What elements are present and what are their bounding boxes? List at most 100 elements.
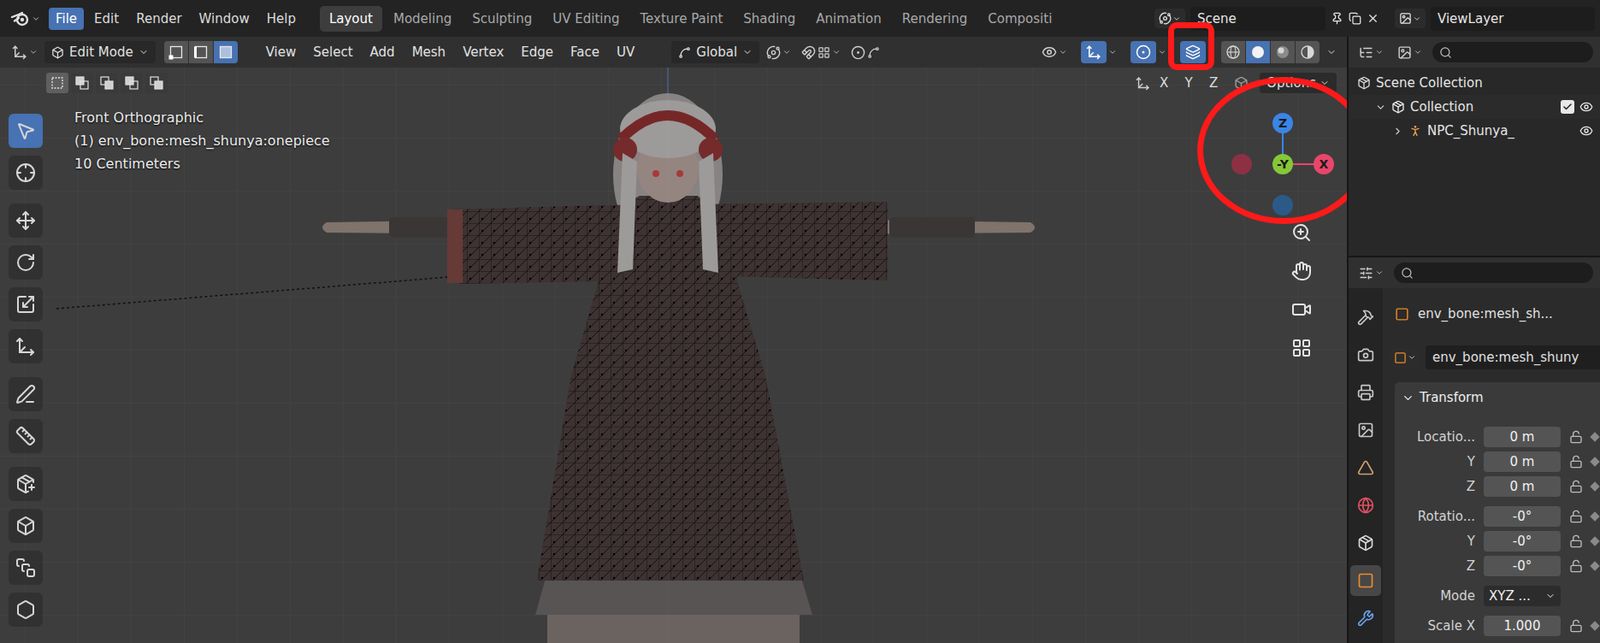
select-tool[interactable] (8, 113, 43, 148)
pan-button[interactable] (1286, 255, 1317, 287)
header-menu[interactable]: View (258, 41, 305, 64)
header-menu[interactable]: UV (608, 41, 643, 64)
modifiers-tab[interactable] (1350, 602, 1382, 634)
workspace-tab[interactable]: Modeling (383, 5, 461, 32)
display-mode[interactable] (1393, 42, 1426, 63)
workspace-tab[interactable]: Sculpting (462, 5, 542, 32)
workspace-tab[interactable]: Shading (733, 5, 805, 32)
workspace-tab[interactable]: Rendering (892, 5, 978, 32)
render-tab[interactable] (1350, 339, 1382, 371)
workspace-tab[interactable]: Compositi (978, 5, 1062, 32)
expand-toggle[interactable] (1374, 101, 1387, 113)
keyframe-dot[interactable] (1589, 536, 1600, 546)
scale-tool[interactable] (8, 287, 43, 322)
object-tab[interactable] (1350, 565, 1382, 597)
number-field[interactable]: 1.000 (1483, 615, 1561, 637)
keyframe-dot[interactable] (1589, 511, 1600, 521)
workspace-tab[interactable]: Texture Paint (630, 5, 733, 32)
outliner-row[interactable]: Scene Collection (1348, 70, 1600, 95)
exclude-checkbox[interactable] (1560, 100, 1575, 114)
blender-menu[interactable] (6, 10, 44, 28)
axis-toggle[interactable]: Z (1202, 73, 1225, 93)
camera-button[interactable] (1286, 294, 1317, 325)
number-field[interactable]: -0° (1483, 531, 1561, 552)
shading-button[interactable] (1245, 41, 1270, 64)
keyframe-dot[interactable] (1589, 620, 1600, 631)
box-mode-button[interactable] (120, 72, 143, 94)
header-menu[interactable]: Edge (513, 41, 561, 64)
world-tab[interactable] (1350, 490, 1382, 521)
viewport[interactable]: XYZOptionsFront Orthographic(1) env_bone… (0, 67, 1347, 643)
number-field[interactable]: 0 m (1483, 426, 1561, 448)
number-field[interactable]: 0 m (1483, 451, 1561, 473)
box-mode-button[interactable] (95, 72, 119, 94)
scene-browse[interactable] (1154, 8, 1186, 29)
select-mode-button[interactable] (213, 41, 238, 64)
gizmo-axis[interactable] (1272, 194, 1293, 216)
output-tab[interactable] (1350, 377, 1382, 408)
mode-dropdown[interactable]: Edit Mode (44, 41, 156, 64)
proportional-editing[interactable] (847, 42, 884, 63)
bevel-tool[interactable] (8, 592, 43, 627)
box-mode-button[interactable] (145, 72, 168, 94)
axis-toggle[interactable]: Y (1177, 73, 1200, 93)
menu-item[interactable]: Edit (87, 7, 126, 30)
workspace-tab[interactable]: UV Editing (543, 5, 629, 32)
properties-editor-type[interactable] (1355, 263, 1388, 284)
gizmo-axis[interactable]: -Y (1272, 153, 1293, 175)
collection-tab[interactable] (1350, 527, 1382, 559)
shading-button[interactable] (1270, 41, 1295, 64)
outliner-editor-type[interactable] (1355, 42, 1388, 63)
scene-name[interactable]: Scene (1190, 6, 1326, 31)
number-field[interactable]: -0° (1483, 506, 1561, 527)
menu-item[interactable]: Help (259, 7, 303, 30)
workspace-tab[interactable]: Layout (319, 5, 383, 32)
menu-item[interactable]: Render (129, 7, 189, 30)
header-menu[interactable]: Vertex (454, 41, 512, 64)
gizmo-axis[interactable]: X (1313, 153, 1335, 175)
scene-selector[interactable]: Scene (1149, 5, 1385, 32)
navigation-gizmo[interactable]: ZX -Y (1231, 112, 1335, 216)
object-data-name[interactable]: env_bone:mesh_shuny (1425, 345, 1600, 370)
header-menu[interactable]: Select (305, 41, 361, 64)
transform-tool[interactable] (8, 329, 43, 364)
gizmos-toggle[interactable] (1080, 41, 1107, 64)
zoom-button[interactable] (1286, 217, 1317, 248)
header-menu[interactable]: Face (562, 41, 608, 64)
gizmo-axis[interactable]: Z (1272, 112, 1293, 134)
add-cube-tool[interactable] (8, 466, 43, 502)
cursor-tool[interactable] (8, 155, 43, 190)
gizmo-axis[interactable] (1231, 153, 1252, 175)
viewport-canvas[interactable] (0, 67, 1347, 643)
scene-tab[interactable] (1350, 452, 1382, 484)
view-layer-name[interactable]: ViewLayer (1430, 6, 1595, 31)
properties-search[interactable] (1393, 262, 1594, 284)
shading-button[interactable] (1221, 41, 1246, 64)
number-field[interactable]: -0° (1483, 555, 1561, 577)
keyframe-dot[interactable] (1589, 560, 1600, 571)
keyframe-dot[interactable] (1589, 481, 1600, 491)
view-layer-browse[interactable] (1394, 8, 1426, 29)
inset-tool[interactable] (8, 550, 43, 585)
overlays-toggle[interactable] (1130, 41, 1157, 64)
box-mode-button[interactable] (46, 72, 69, 94)
measure-tool[interactable] (8, 419, 43, 454)
workspace-tab[interactable]: Animation (806, 5, 891, 32)
grid-button[interactable] (1286, 332, 1317, 364)
keyframe-dot[interactable] (1589, 456, 1600, 467)
keyframe-dot[interactable] (1589, 431, 1600, 442)
panel-header[interactable]: Transform (1394, 382, 1600, 414)
options-dropdown[interactable]: Options (1259, 72, 1337, 94)
visibility[interactable] (1038, 41, 1071, 63)
header-menu[interactable]: Add (362, 41, 403, 64)
view-layer-tab[interactable] (1350, 414, 1382, 446)
annotate-tool[interactable] (8, 377, 43, 412)
expand-toggle[interactable] (1391, 125, 1404, 137)
menu-item[interactable]: Window (192, 7, 257, 30)
character-model[interactable] (322, 93, 1035, 643)
xray-toggle[interactable] (1180, 41, 1206, 64)
outliner-search[interactable] (1432, 41, 1594, 63)
header-menu[interactable]: Mesh (404, 41, 455, 64)
axis-gizmo-icon[interactable]: ZX -Y (1231, 112, 1335, 216)
rotate-tool[interactable] (8, 245, 43, 280)
